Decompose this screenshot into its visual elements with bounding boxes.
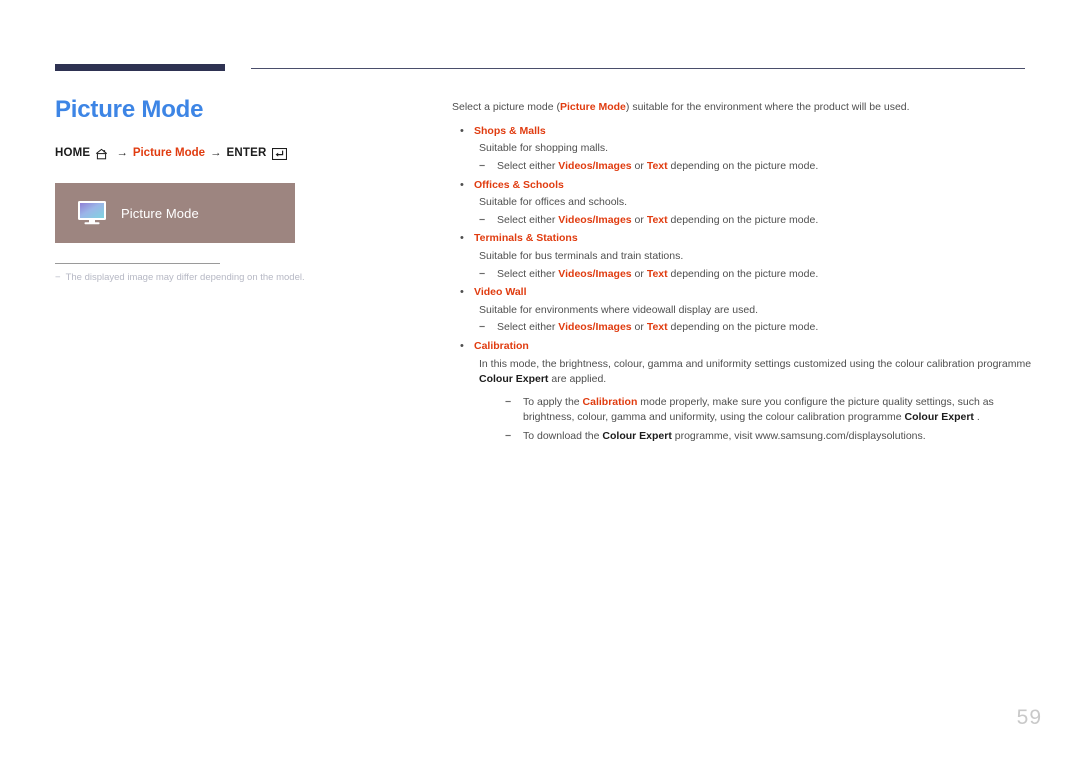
mode-block-video-wall: • Video Wall Suitable for environments w… xyxy=(452,285,1032,335)
sub-post: depending on the picture mode. xyxy=(667,213,819,226)
mode-sub-note: − Select either Videos/Images or Text de… xyxy=(452,320,1032,335)
mode-title: Terminals & Stations xyxy=(474,232,578,245)
calibration-note-apply: − To apply the Calibration mode properly… xyxy=(452,395,1032,424)
intro-paragraph: Select a picture mode (Picture Mode) sui… xyxy=(452,100,1032,115)
sub-post: depending on the picture mode. xyxy=(667,321,819,334)
home-icon xyxy=(95,148,108,160)
calibration-description: In this mode, the brightness, colour, ga… xyxy=(452,357,1032,387)
bullet-icon: • xyxy=(460,178,464,191)
mode-block-shops-malls: • Shops & Malls Suitable for shopping ma… xyxy=(452,124,1032,174)
sub-bold-text: Text xyxy=(646,159,668,172)
navigation-path: HOME → Picture Mode → ENTER xyxy=(55,147,415,161)
mode-heading-row: • Offices & Schools xyxy=(452,178,1032,192)
cal-desc-bold-colour-expert: Colour Expert xyxy=(479,372,549,385)
sub-note-text: Select either Videos/Images or Text depe… xyxy=(497,159,1032,174)
mode-heading-row: • Shops & Malls xyxy=(452,124,1032,138)
calibration-note-text: To apply the Calibration mode properly, … xyxy=(523,395,1032,424)
sub-mid: or xyxy=(631,213,647,226)
cal-dl-pre: To download the xyxy=(523,429,603,442)
sub-dash-icon: − xyxy=(479,213,486,226)
calibration-note-download: − To download the Colour Expert programm… xyxy=(452,429,1032,444)
sub-mid: or xyxy=(631,321,647,334)
sub-mid: or xyxy=(631,159,647,172)
cal-desc-part2: are applied. xyxy=(548,372,607,385)
intro-part1: Select a picture mode ( xyxy=(452,101,560,113)
sub-bold-text: Text xyxy=(646,321,668,334)
sub-bold-text: Text xyxy=(646,213,668,226)
monitor-icon xyxy=(77,200,107,226)
illustration-label: Picture Mode xyxy=(121,205,199,221)
sub-bold-text: Text xyxy=(646,267,668,280)
model-note: − The displayed image may differ dependi… xyxy=(55,272,415,284)
page-title: Picture Mode xyxy=(55,96,204,123)
mode-title: Shops & Malls xyxy=(474,124,546,137)
intro-part2: ) suitable for the environment where the… xyxy=(625,101,910,113)
cal-note-bold-colour-expert: Colour Expert xyxy=(904,411,974,424)
cal-note-bold-calibration: Calibration xyxy=(582,396,638,409)
mode-heading-row: • Video Wall xyxy=(452,285,1032,299)
note-text: The displayed image may differ depending… xyxy=(65,272,305,284)
mode-block-calibration: • Calibration In this mode, the brightne… xyxy=(452,339,1032,443)
sub-dash-icon: − xyxy=(479,267,486,280)
sub-post: depending on the picture mode. xyxy=(667,159,819,172)
header-rule-thick xyxy=(55,64,225,71)
sub-bold-videos-images: Videos/Images xyxy=(558,159,632,172)
mode-heading-row: • Terminals & Stations xyxy=(452,231,1032,245)
mode-sub-note: − Select either Videos/Images or Text de… xyxy=(452,213,1032,228)
header-rule-thin xyxy=(251,68,1025,69)
intro-bold-picture-mode: Picture Mode xyxy=(559,101,626,113)
left-column: Picture Mode HOME → Picture Mode → ENTER xyxy=(55,95,415,285)
mode-sub-note: − Select either Videos/Images or Text de… xyxy=(452,267,1032,282)
mode-sub-note: − Select either Videos/Images or Text de… xyxy=(452,159,1032,174)
sub-dash-icon: − xyxy=(505,429,512,442)
sub-bold-videos-images: Videos/Images xyxy=(558,321,632,334)
mode-block-terminals-stations: • Terminals & Stations Suitable for bus … xyxy=(452,231,1032,281)
bullet-icon: • xyxy=(460,232,464,245)
sub-bold-videos-images: Videos/Images xyxy=(558,213,632,226)
sub-pre: Select either xyxy=(497,267,559,280)
mode-title: Video Wall xyxy=(474,286,527,299)
mode-description: Suitable for environments where videowal… xyxy=(479,303,758,316)
calibration-note-text: To download the Colour Expert programme,… xyxy=(523,429,1032,444)
sub-pre: Select either xyxy=(497,213,559,226)
mode-heading-row: • Calibration xyxy=(452,339,1032,353)
bullet-icon: • xyxy=(460,340,464,353)
header-rules xyxy=(55,64,1025,74)
mode-description: Suitable for bus terminals and train sta… xyxy=(479,249,684,262)
sub-dash-icon: − xyxy=(505,396,512,409)
nav-middle-label: Picture Mode xyxy=(132,147,206,160)
cal-desc-part1: In this mode, the brightness, colour, ga… xyxy=(479,357,1032,370)
nav-arrow-1: → xyxy=(116,147,128,160)
sub-mid: or xyxy=(631,267,647,280)
sub-dash-icon: − xyxy=(479,321,486,334)
bullet-icon: • xyxy=(460,286,464,299)
nav-enter-label: ENTER xyxy=(226,147,267,160)
cal-note-post: . xyxy=(973,411,980,424)
sub-note-text: Select either Videos/Images or Text depe… xyxy=(497,213,1032,228)
mode-title: Offices & Schools xyxy=(474,178,564,191)
note-dash: − xyxy=(55,272,61,284)
enter-key-icon xyxy=(271,148,287,161)
cal-dl-bold-colour-expert: Colour Expert xyxy=(602,429,672,442)
page-number: 59 xyxy=(1016,706,1042,729)
sub-post: depending on the picture mode. xyxy=(667,267,819,280)
sub-note-text: Select either Videos/Images or Text depe… xyxy=(497,320,1032,335)
sub-bold-videos-images: Videos/Images xyxy=(558,267,632,280)
cal-note-pre: To apply the xyxy=(523,396,583,409)
sub-note-text: Select either Videos/Images or Text depe… xyxy=(497,267,1032,282)
cal-dl-post: programme, visit www.samsung.com/display… xyxy=(671,429,926,442)
nav-home-label: HOME xyxy=(55,147,91,160)
sub-pre: Select either xyxy=(497,159,559,172)
mode-block-offices-schools: • Offices & Schools Suitable for offices… xyxy=(452,178,1032,228)
illustration-box: Picture Mode xyxy=(55,183,295,244)
right-column: Select a picture mode (Picture Mode) sui… xyxy=(452,100,1032,447)
sub-pre: Select either xyxy=(497,321,559,334)
nav-arrow-2: → xyxy=(210,147,222,160)
mode-description: Suitable for shopping malls. xyxy=(479,142,608,155)
note-divider xyxy=(55,263,220,265)
mode-title: Calibration xyxy=(474,340,529,353)
sub-dash-icon: − xyxy=(479,159,486,172)
bullet-icon: • xyxy=(460,124,464,137)
mode-description: Suitable for offices and schools. xyxy=(479,196,628,209)
